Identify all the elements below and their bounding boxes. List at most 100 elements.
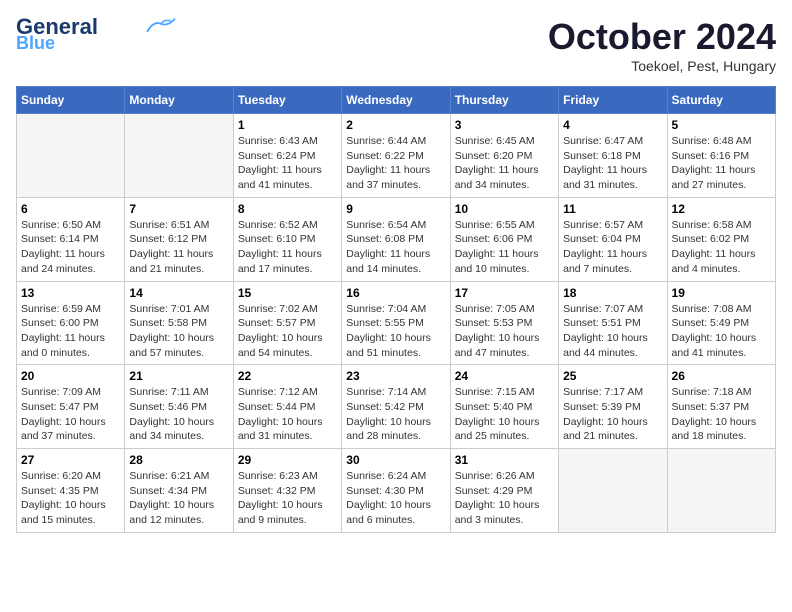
day-number: 28 bbox=[129, 453, 228, 467]
day-number: 1 bbox=[238, 118, 337, 132]
day-info: Sunrise: 6:50 AM Sunset: 6:14 PM Dayligh… bbox=[21, 218, 120, 277]
day-info: Sunrise: 7:04 AM Sunset: 5:55 PM Dayligh… bbox=[346, 302, 445, 361]
day-number: 13 bbox=[21, 286, 120, 300]
day-number: 11 bbox=[563, 202, 662, 216]
calendar-cell: 9 Sunrise: 6:54 AM Sunset: 6:08 PM Daylig… bbox=[342, 197, 450, 281]
calendar-cell: 3 Sunrise: 6:45 AM Sunset: 6:20 PM Daylig… bbox=[450, 114, 558, 198]
calendar-cell: 13 Sunrise: 6:59 AM Sunset: 6:00 PM Dayli… bbox=[17, 281, 125, 365]
calendar-cell: 23 Sunrise: 7:14 AM Sunset: 5:42 PM Dayli… bbox=[342, 365, 450, 449]
day-info: Sunrise: 6:43 AM Sunset: 6:24 PM Dayligh… bbox=[238, 134, 337, 193]
calendar-week-row: 13 Sunrise: 6:59 AM Sunset: 6:00 PM Dayli… bbox=[17, 281, 776, 365]
calendar-cell: 1 Sunrise: 6:43 AM Sunset: 6:24 PM Daylig… bbox=[233, 114, 341, 198]
calendar-cell: 11 Sunrise: 6:57 AM Sunset: 6:04 PM Dayli… bbox=[559, 197, 667, 281]
calendar-week-row: 27Sunrise: 6:20 AM Sunset: 4:35 PM Dayli… bbox=[17, 449, 776, 533]
day-number: 24 bbox=[455, 369, 554, 383]
day-info: Sunrise: 6:24 AM Sunset: 4:30 PM Dayligh… bbox=[346, 469, 445, 528]
weekday-header: Sunday bbox=[17, 87, 125, 114]
logo-bird-icon bbox=[146, 17, 176, 35]
day-number: 18 bbox=[563, 286, 662, 300]
day-info: Sunrise: 6:45 AM Sunset: 6:20 PM Dayligh… bbox=[455, 134, 554, 193]
calendar-cell: 29 Sunrise: 6:23 AM Sunset: 4:32 PM Dayli… bbox=[233, 449, 341, 533]
calendar-week-row: 1 Sunrise: 6:43 AM Sunset: 6:24 PM Daylig… bbox=[17, 114, 776, 198]
calendar-cell: 5 Sunrise: 6:48 AM Sunset: 6:16 PM Daylig… bbox=[667, 114, 775, 198]
day-info: Sunrise: 7:01 AM Sunset: 5:58 PM Dayligh… bbox=[129, 302, 228, 361]
calendar-cell bbox=[559, 449, 667, 533]
day-number: 30 bbox=[346, 453, 445, 467]
calendar-cell: 8Sunrise: 6:52 AM Sunset: 6:10 PM Daylig… bbox=[233, 197, 341, 281]
calendar-cell: 21Sunrise: 7:11 AM Sunset: 5:46 PM Dayli… bbox=[125, 365, 233, 449]
day-number: 3 bbox=[455, 118, 554, 132]
calendar-cell: 28 Sunrise: 6:21 AM Sunset: 4:34 PM Dayli… bbox=[125, 449, 233, 533]
day-number: 19 bbox=[672, 286, 771, 300]
day-number: 2 bbox=[346, 118, 445, 132]
day-number: 9 bbox=[346, 202, 445, 216]
day-info: Sunrise: 7:02 AM Sunset: 5:57 PM Dayligh… bbox=[238, 302, 337, 361]
day-number: 10 bbox=[455, 202, 554, 216]
day-number: 25 bbox=[563, 369, 662, 383]
calendar-cell: 2 Sunrise: 6:44 AM Sunset: 6:22 PM Daylig… bbox=[342, 114, 450, 198]
day-number: 6 bbox=[21, 202, 120, 216]
calendar-cell: 15 Sunrise: 7:02 AM Sunset: 5:57 PM Dayli… bbox=[233, 281, 341, 365]
day-info: Sunrise: 7:07 AM Sunset: 5:51 PM Dayligh… bbox=[563, 302, 662, 361]
day-info: Sunrise: 6:47 AM Sunset: 6:18 PM Dayligh… bbox=[563, 134, 662, 193]
weekday-header: Wednesday bbox=[342, 87, 450, 114]
calendar-cell: 31Sunrise: 6:26 AM Sunset: 4:29 PM Dayli… bbox=[450, 449, 558, 533]
day-info: Sunrise: 6:58 AM Sunset: 6:02 PM Dayligh… bbox=[672, 218, 771, 277]
day-info: Sunrise: 6:51 AM Sunset: 6:12 PM Dayligh… bbox=[129, 218, 228, 277]
calendar-cell: 12 Sunrise: 6:58 AM Sunset: 6:02 PM Dayli… bbox=[667, 197, 775, 281]
calendar-cell: 20Sunrise: 7:09 AM Sunset: 5:47 PM Dayli… bbox=[17, 365, 125, 449]
day-info: Sunrise: 6:55 AM Sunset: 6:06 PM Dayligh… bbox=[455, 218, 554, 277]
day-number: 22 bbox=[238, 369, 337, 383]
weekday-header: Monday bbox=[125, 87, 233, 114]
calendar-table: SundayMondayTuesdayWednesdayThursdayFrid… bbox=[16, 86, 776, 533]
day-info: Sunrise: 6:54 AM Sunset: 6:08 PM Dayligh… bbox=[346, 218, 445, 277]
day-number: 15 bbox=[238, 286, 337, 300]
calendar-cell: 27Sunrise: 6:20 AM Sunset: 4:35 PM Dayli… bbox=[17, 449, 125, 533]
day-info: Sunrise: 7:09 AM Sunset: 5:47 PM Dayligh… bbox=[21, 385, 120, 444]
day-info: Sunrise: 6:44 AM Sunset: 6:22 PM Dayligh… bbox=[346, 134, 445, 193]
day-number: 17 bbox=[455, 286, 554, 300]
weekday-header: Thursday bbox=[450, 87, 558, 114]
day-number: 29 bbox=[238, 453, 337, 467]
calendar-cell: 16 Sunrise: 7:04 AM Sunset: 5:55 PM Dayli… bbox=[342, 281, 450, 365]
calendar-cell: 17Sunrise: 7:05 AM Sunset: 5:53 PM Dayli… bbox=[450, 281, 558, 365]
calendar-cell bbox=[125, 114, 233, 198]
day-info: Sunrise: 7:08 AM Sunset: 5:49 PM Dayligh… bbox=[672, 302, 771, 361]
calendar-cell: 18 Sunrise: 7:07 AM Sunset: 5:51 PM Dayli… bbox=[559, 281, 667, 365]
page-header: General Blue October 2024 Toekoel, Pest,… bbox=[16, 16, 776, 74]
month-title: October 2024 bbox=[548, 16, 776, 58]
calendar-header-row: SundayMondayTuesdayWednesdayThursdayFrid… bbox=[17, 87, 776, 114]
day-info: Sunrise: 7:14 AM Sunset: 5:42 PM Dayligh… bbox=[346, 385, 445, 444]
day-info: Sunrise: 7:11 AM Sunset: 5:46 PM Dayligh… bbox=[129, 385, 228, 444]
title-block: October 2024 Toekoel, Pest, Hungary bbox=[548, 16, 776, 74]
day-info: Sunrise: 6:52 AM Sunset: 6:10 PM Dayligh… bbox=[238, 218, 337, 277]
day-number: 16 bbox=[346, 286, 445, 300]
calendar-cell: 6 Sunrise: 6:50 AM Sunset: 6:14 PM Daylig… bbox=[17, 197, 125, 281]
day-info: Sunrise: 7:12 AM Sunset: 5:44 PM Dayligh… bbox=[238, 385, 337, 444]
calendar-cell: 26Sunrise: 7:18 AM Sunset: 5:37 PM Dayli… bbox=[667, 365, 775, 449]
day-number: 4 bbox=[563, 118, 662, 132]
weekday-header: Friday bbox=[559, 87, 667, 114]
day-info: Sunrise: 6:21 AM Sunset: 4:34 PM Dayligh… bbox=[129, 469, 228, 528]
day-info: Sunrise: 6:23 AM Sunset: 4:32 PM Dayligh… bbox=[238, 469, 337, 528]
day-info: Sunrise: 7:17 AM Sunset: 5:39 PM Dayligh… bbox=[563, 385, 662, 444]
day-number: 23 bbox=[346, 369, 445, 383]
day-info: Sunrise: 6:59 AM Sunset: 6:00 PM Dayligh… bbox=[21, 302, 120, 361]
day-number: 26 bbox=[672, 369, 771, 383]
day-info: Sunrise: 6:57 AM Sunset: 6:04 PM Dayligh… bbox=[563, 218, 662, 277]
weekday-header: Tuesday bbox=[233, 87, 341, 114]
day-number: 5 bbox=[672, 118, 771, 132]
day-info: Sunrise: 6:48 AM Sunset: 6:16 PM Dayligh… bbox=[672, 134, 771, 193]
location-subtitle: Toekoel, Pest, Hungary bbox=[548, 58, 776, 74]
calendar-week-row: 20Sunrise: 7:09 AM Sunset: 5:47 PM Dayli… bbox=[17, 365, 776, 449]
calendar-cell: 7Sunrise: 6:51 AM Sunset: 6:12 PM Daylig… bbox=[125, 197, 233, 281]
calendar-cell bbox=[667, 449, 775, 533]
day-number: 31 bbox=[455, 453, 554, 467]
weekday-header: Saturday bbox=[667, 87, 775, 114]
calendar-cell: 24Sunrise: 7:15 AM Sunset: 5:40 PM Dayli… bbox=[450, 365, 558, 449]
day-number: 12 bbox=[672, 202, 771, 216]
logo-blue: Blue bbox=[16, 34, 55, 52]
calendar-cell: 30 Sunrise: 6:24 AM Sunset: 4:30 PM Dayli… bbox=[342, 449, 450, 533]
calendar-cell: 14Sunrise: 7:01 AM Sunset: 5:58 PM Dayli… bbox=[125, 281, 233, 365]
day-info: Sunrise: 6:20 AM Sunset: 4:35 PM Dayligh… bbox=[21, 469, 120, 528]
